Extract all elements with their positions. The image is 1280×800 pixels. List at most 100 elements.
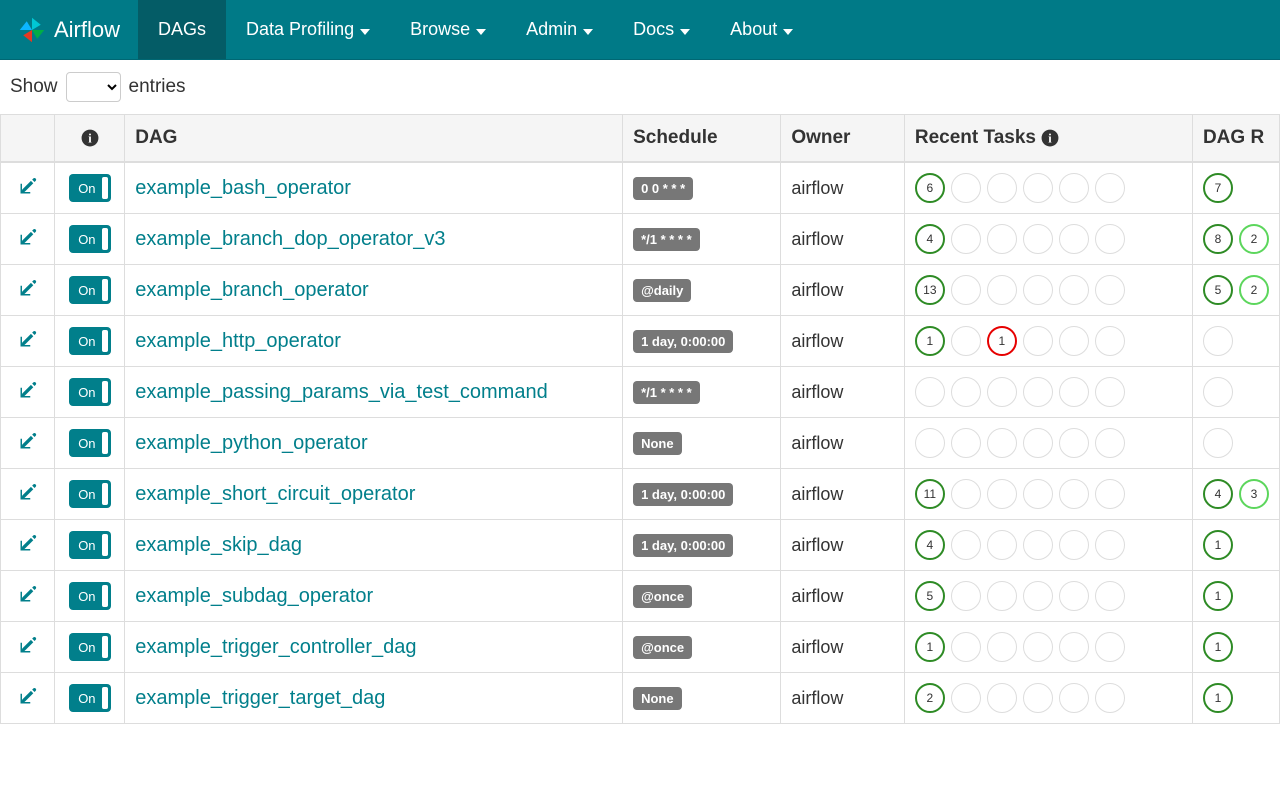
schedule-badge[interactable]: @once [633, 585, 692, 608]
status-circle[interactable]: 4 [1203, 479, 1233, 509]
status-circle[interactable]: 1 [1203, 632, 1233, 662]
dag-link[interactable]: example_passing_params_via_test_command [135, 381, 547, 403]
dag-link[interactable]: example_bash_operator [135, 177, 351, 199]
nav-item-admin[interactable]: Admin [506, 0, 613, 59]
status-circle[interactable] [1095, 326, 1125, 356]
status-circle[interactable]: 2 [1239, 275, 1269, 305]
schedule-badge[interactable]: @once [633, 636, 692, 659]
header-recent-tasks[interactable]: Recent Tasks i [904, 115, 1192, 163]
status-circle[interactable] [951, 275, 981, 305]
status-circle[interactable] [1023, 632, 1053, 662]
status-circle[interactable]: 1 [987, 326, 1017, 356]
status-circle[interactable] [951, 326, 981, 356]
status-circle[interactable]: 13 [915, 275, 945, 305]
status-circle[interactable]: 1 [1203, 683, 1233, 713]
header-owner[interactable]: Owner [781, 115, 905, 163]
status-circle[interactable]: 1 [915, 632, 945, 662]
header-dag-runs[interactable]: DAG R [1192, 115, 1279, 163]
nav-item-dags[interactable]: DAGs [138, 0, 226, 59]
status-circle[interactable] [1023, 530, 1053, 560]
edit-dag-button[interactable] [19, 383, 37, 403]
status-circle[interactable]: 3 [1239, 479, 1269, 509]
status-circle[interactable] [915, 428, 945, 458]
status-circle[interactable] [1059, 224, 1089, 254]
status-circle[interactable] [1203, 326, 1233, 356]
status-circle[interactable]: 2 [915, 683, 945, 713]
edit-dag-button[interactable] [19, 485, 37, 505]
dag-on-toggle[interactable]: On [69, 684, 110, 712]
schedule-badge[interactable]: None [633, 687, 682, 710]
dag-on-toggle[interactable]: On [69, 276, 110, 304]
dag-link[interactable]: example_python_operator [135, 432, 367, 454]
status-circle[interactable] [1095, 224, 1125, 254]
status-circle[interactable]: 1 [1203, 530, 1233, 560]
nav-item-data-profiling[interactable]: Data Profiling [226, 0, 390, 59]
edit-dag-button[interactable] [19, 179, 37, 199]
status-circle[interactable] [1059, 530, 1089, 560]
status-circle[interactable] [951, 479, 981, 509]
status-circle[interactable]: 7 [1203, 173, 1233, 203]
dag-link[interactable]: example_trigger_controller_dag [135, 636, 416, 658]
status-circle[interactable] [987, 428, 1017, 458]
status-circle[interactable]: 4 [915, 224, 945, 254]
status-circle[interactable] [1023, 683, 1053, 713]
edit-dag-button[interactable] [19, 536, 37, 556]
schedule-badge[interactable]: */1 * * * * [633, 381, 700, 404]
dag-on-toggle[interactable]: On [69, 225, 110, 253]
dag-on-toggle[interactable]: On [69, 633, 110, 661]
nav-item-browse[interactable]: Browse [390, 0, 506, 59]
schedule-badge[interactable]: @daily [633, 279, 691, 302]
status-circle[interactable] [1023, 581, 1053, 611]
header-dag[interactable]: DAG [125, 115, 623, 163]
edit-dag-button[interactable] [19, 230, 37, 250]
edit-dag-button[interactable] [19, 434, 37, 454]
status-circle[interactable] [1095, 479, 1125, 509]
edit-dag-button[interactable] [19, 281, 37, 301]
status-circle[interactable] [1023, 173, 1053, 203]
status-circle[interactable] [987, 581, 1017, 611]
dag-on-toggle[interactable]: On [69, 531, 110, 559]
edit-dag-button[interactable] [19, 689, 37, 709]
status-circle[interactable] [987, 224, 1017, 254]
status-circle[interactable] [987, 632, 1017, 662]
status-circle[interactable] [1095, 632, 1125, 662]
status-circle[interactable]: 4 [915, 530, 945, 560]
status-circle[interactable] [1095, 683, 1125, 713]
status-circle[interactable] [1023, 479, 1053, 509]
status-circle[interactable] [951, 632, 981, 662]
status-circle[interactable] [1023, 377, 1053, 407]
schedule-badge[interactable]: None [633, 432, 682, 455]
status-circle[interactable] [1059, 326, 1089, 356]
status-circle[interactable] [951, 581, 981, 611]
status-circle[interactable] [1059, 479, 1089, 509]
status-circle[interactable] [987, 377, 1017, 407]
edit-dag-button[interactable] [19, 587, 37, 607]
dag-link[interactable]: example_branch_dop_operator_v3 [135, 228, 445, 250]
dag-link[interactable]: example_subdag_operator [135, 585, 373, 607]
status-circle[interactable]: 2 [1239, 224, 1269, 254]
schedule-badge[interactable]: 1 day, 0:00:00 [633, 534, 733, 557]
dag-on-toggle[interactable]: On [69, 327, 110, 355]
status-circle[interactable] [1059, 428, 1089, 458]
header-schedule[interactable]: Schedule [623, 115, 781, 163]
status-circle[interactable]: 1 [915, 326, 945, 356]
dag-on-toggle[interactable]: On [69, 582, 110, 610]
edit-dag-button[interactable] [19, 638, 37, 658]
status-circle[interactable] [915, 377, 945, 407]
status-circle[interactable]: 6 [915, 173, 945, 203]
status-circle[interactable]: 8 [1203, 224, 1233, 254]
status-circle[interactable] [1059, 275, 1089, 305]
status-circle[interactable] [1059, 173, 1089, 203]
status-circle[interactable]: 11 [915, 479, 945, 509]
status-circle[interactable] [951, 530, 981, 560]
status-circle[interactable] [1203, 428, 1233, 458]
status-circle[interactable] [1059, 683, 1089, 713]
nav-item-about[interactable]: About [710, 0, 813, 59]
status-circle[interactable] [1023, 275, 1053, 305]
dag-on-toggle[interactable]: On [69, 378, 110, 406]
status-circle[interactable] [1095, 581, 1125, 611]
status-circle[interactable] [951, 428, 981, 458]
status-circle[interactable] [1059, 581, 1089, 611]
status-circle[interactable] [1023, 428, 1053, 458]
status-circle[interactable] [987, 275, 1017, 305]
